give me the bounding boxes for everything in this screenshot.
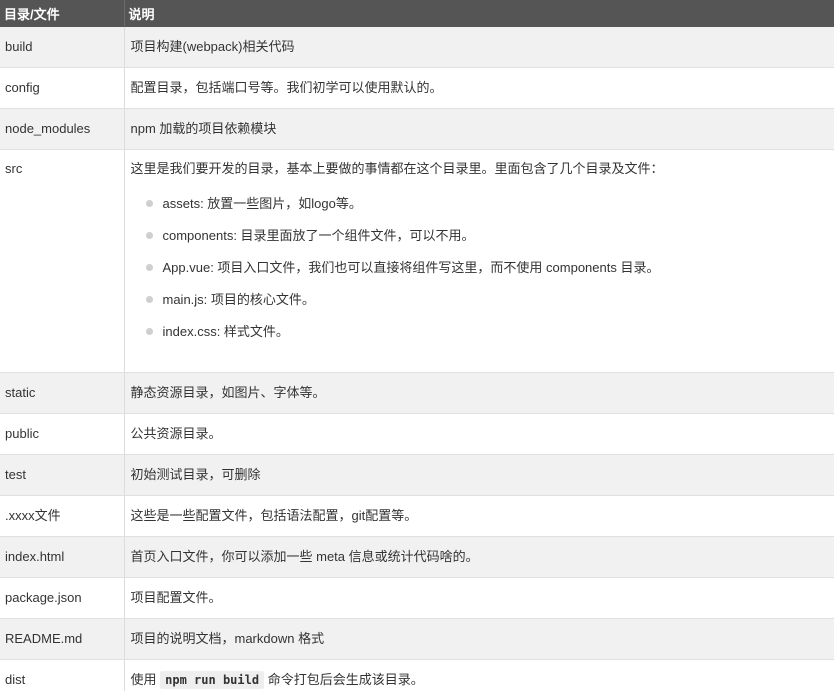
table-row: index.html 首页入口文件，你可以添加一些 meta 信息或统计代码啥的… [0,536,834,578]
table-row: test 初始测试目录，可删除 [0,454,834,496]
table-row: src 这里是我们要开发的目录，基本上要做的事情都在这个目录里。里面包含了几个目… [0,149,834,373]
table-header: 目录/文件 说明 [0,0,834,27]
row-desc-node-modules: npm 加载的项目依赖模块 [130,121,277,136]
bullet-icon [145,328,153,335]
row-name-public: public [0,413,125,455]
bullet-icon [145,296,153,303]
row-desc-config: 配置目录，包括端口号等。我们初学可以使用默认的。 [130,80,443,95]
row-desc-public: 公共资源目录。 [130,426,222,441]
row-name-index-html: index.html [0,536,125,578]
bullet-icon [145,264,153,271]
directory-structure-table: 目录/文件 说明 build 项目构建(webpack)相关代码 config … [0,0,834,691]
list-item: main.js: 项目的核心文件。 [143,284,831,316]
row-desc-index-html: 首页入口文件，你可以添加一些 meta 信息或统计代码啥的。 [130,549,479,564]
list-item-text: components: 目录里面放了一个组件文件，可以不用。 [162,228,475,243]
dist-desc-suffix: 命令打包后会生成该目录。 [267,672,424,687]
row-name-package-json: package.json [0,577,125,619]
row-desc-test: 初始测试目录，可删除 [130,467,261,482]
row-name-src: src [0,149,125,373]
row-name-node-modules: node_modules [0,108,125,150]
header-row: 目录/文件 说明 [0,0,834,27]
header-description: 说明 [128,7,155,22]
row-desc-build: 项目构建(webpack)相关代码 [130,39,295,54]
row-name-test: test [0,454,125,496]
directory-table-container: 目录/文件 说明 build 项目构建(webpack)相关代码 config … [0,0,834,691]
list-item-text: index.css: 样式文件。 [162,324,289,339]
table-body: build 项目构建(webpack)相关代码 config 配置目录，包括端口… [0,27,834,691]
table-row: .xxxx文件 这些是一些配置文件，包括语法配置，git配置等。 [0,495,834,537]
list-item-text: assets: 放置一些图片，如logo等。 [162,196,362,211]
dist-desc-prefix: 使用 [130,672,157,687]
row-desc-static: 静态资源目录，如图片、字体等。 [130,385,326,400]
table-row: build 项目构建(webpack)相关代码 [0,27,834,68]
build-command-code: npm run build [160,671,265,689]
table-row: node_modules npm 加载的项目依赖模块 [0,108,834,150]
row-name-config: config [0,67,125,109]
bullet-icon [145,232,153,239]
row-desc-package-json: 项目配置文件。 [130,590,222,605]
list-item: index.css: 样式文件。 [143,316,831,348]
table-row: config 配置目录，包括端口号等。我们初学可以使用默认的。 [0,67,834,109]
row-desc-src: 这里是我们要开发的目录，基本上要做的事情都在这个目录里。里面包含了几个目录及文件… [124,150,834,373]
table-row: README.md 项目的说明文档，markdown 格式 [0,618,834,660]
table-row: static 静态资源目录，如图片、字体等。 [0,372,834,414]
src-intro-text: 这里是我们要开发的目录，基本上要做的事情都在这个目录里。里面包含了几个目录及文件… [130,161,664,176]
list-item: App.vue: 项目入口文件，我们也可以直接将组件写这里，而不使用 compo… [143,252,831,284]
row-name-readme: README.md [0,618,125,660]
row-name-static: static [0,372,125,414]
list-item: components: 目录里面放了一个组件文件，可以不用。 [143,220,831,252]
table-row: package.json 项目配置文件。 [0,577,834,619]
table-row: dist 使用 npm run build 命令打包后会生成该目录。 [0,659,834,691]
row-name-dotfiles: .xxxx文件 [0,495,125,537]
header-directory-file: 目录/文件 [0,0,125,27]
bullet-icon [145,200,153,207]
row-desc-dist: 使用 npm run build 命令打包后会生成该目录。 [124,660,834,691]
row-name-build: build [0,27,125,68]
list-item-text: App.vue: 项目入口文件，我们也可以直接将组件写这里，而不使用 compo… [162,260,660,275]
list-item: assets: 放置一些图片，如logo等。 [143,188,831,220]
list-item-text: main.js: 项目的核心文件。 [162,292,315,307]
row-desc-dotfiles: 这些是一些配置文件，包括语法配置，git配置等。 [130,508,418,523]
src-contents-list: assets: 放置一些图片，如logo等。 components: 目录里面放… [131,188,831,348]
row-name-dist: dist [0,659,125,691]
table-row: public 公共资源目录。 [0,413,834,455]
row-desc-readme: 项目的说明文档，markdown 格式 [130,631,325,646]
